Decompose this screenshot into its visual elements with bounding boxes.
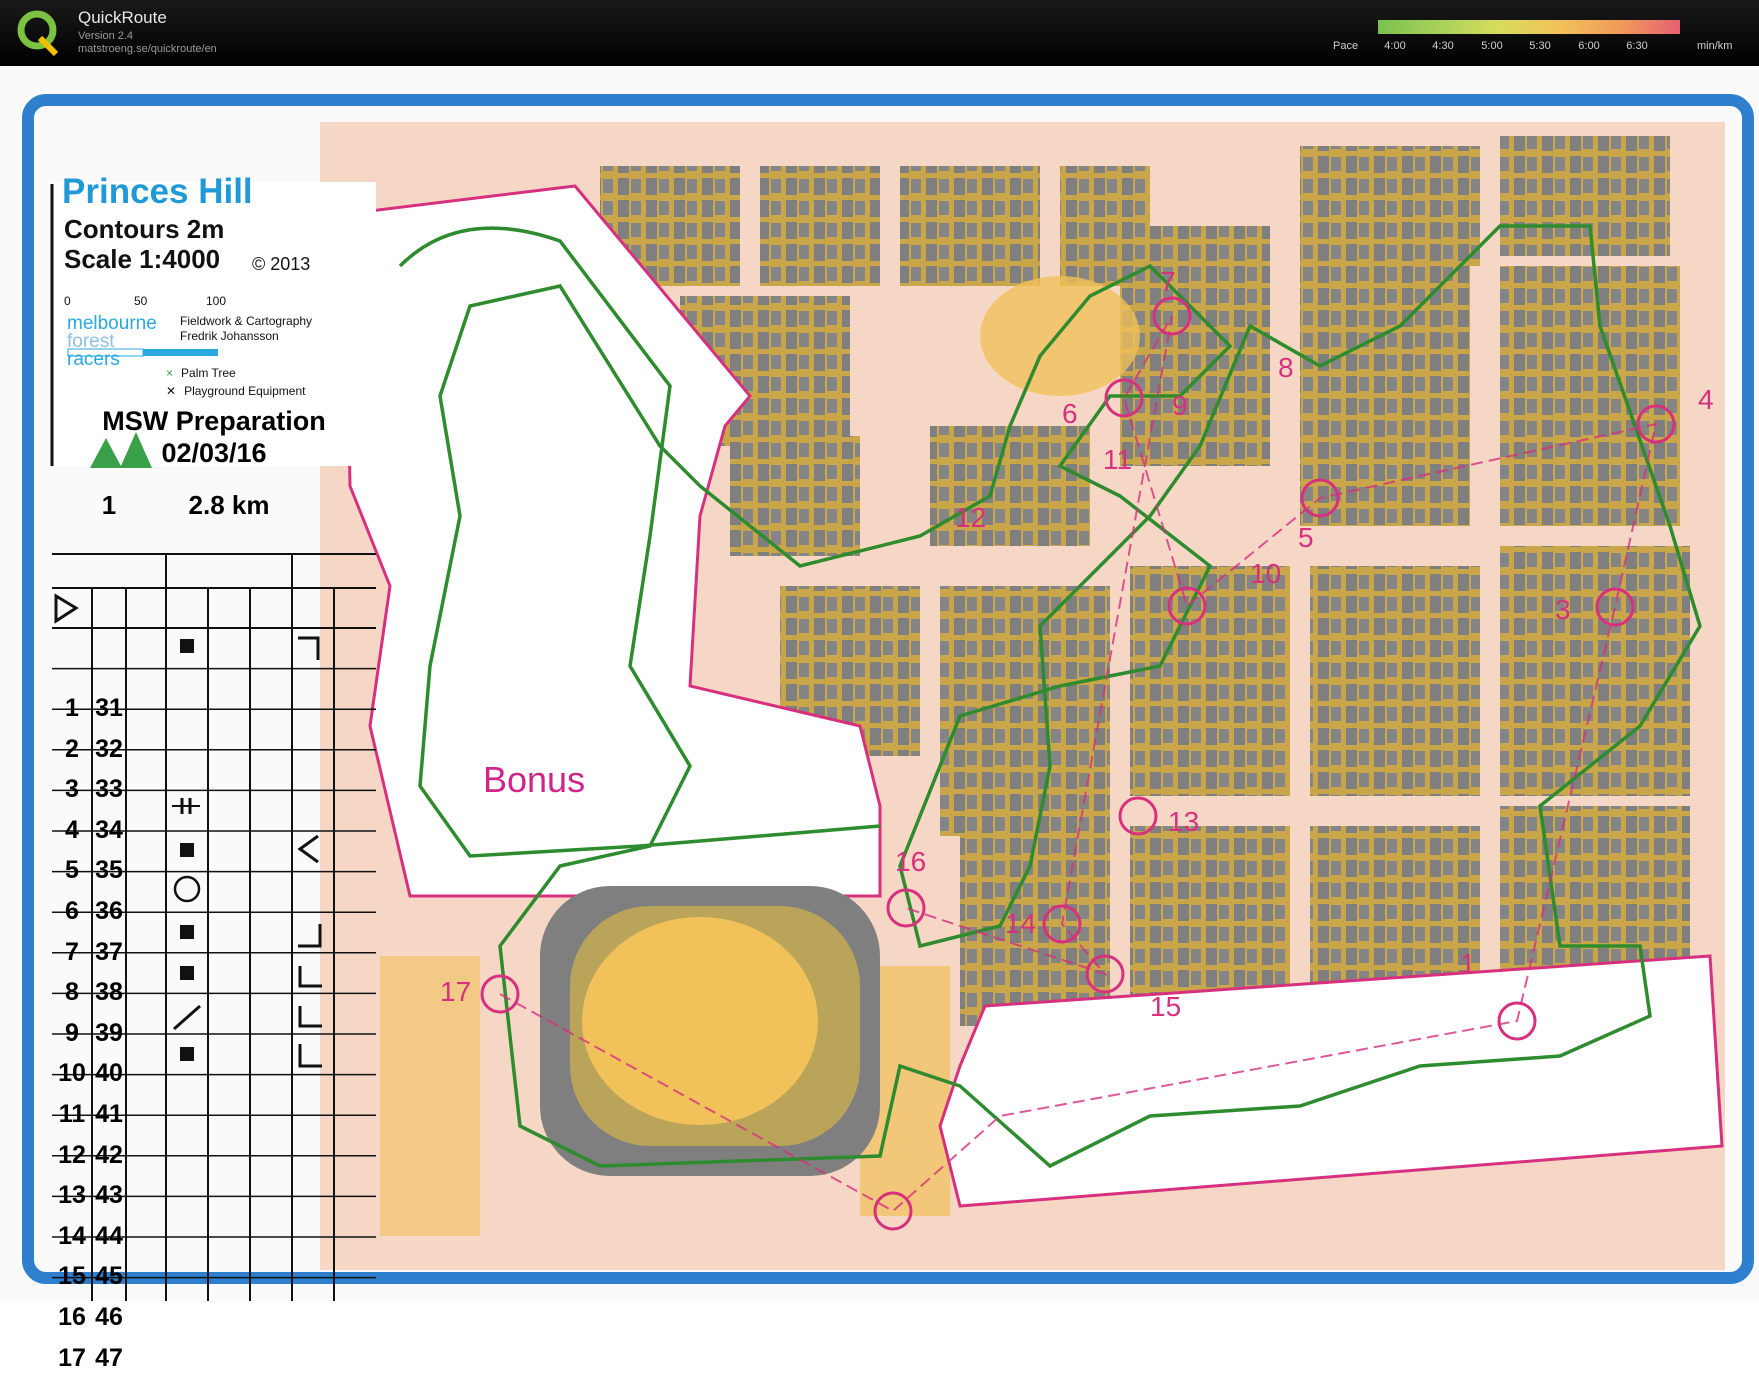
pace-tick-3: 5:30	[1529, 40, 1550, 52]
desc-row-code: 37	[92, 938, 126, 967]
version-text: Version 2.4	[78, 30, 217, 43]
control-number-8: 8	[1278, 352, 1294, 384]
control-number-13: 13	[1168, 806, 1199, 838]
control-number-12: 12	[955, 502, 986, 534]
desc-row-number: 14	[52, 1222, 92, 1251]
control-number-16: 16	[895, 846, 926, 878]
app-url[interactable]: matstroeng.se/quickroute/en	[78, 43, 217, 56]
control-number-17: 17	[440, 976, 471, 1008]
control-number-3: 3	[1555, 594, 1571, 626]
event-date: 02/03/16	[52, 438, 376, 469]
desc-row-number: 13	[52, 1181, 92, 1210]
legend-palm-tree-label: Palm Tree	[181, 366, 236, 380]
desc-row-code: 41	[92, 1100, 126, 1129]
pace-tick-0: 4:00	[1384, 40, 1405, 52]
pace-tick-5: 6:30	[1626, 40, 1647, 52]
desc-row-code: 31	[92, 694, 126, 723]
bonus-label: Bonus	[483, 759, 585, 801]
pace-unit: min/km	[1697, 40, 1732, 52]
desc-row-code: 40	[92, 1059, 126, 1088]
desc-row-code: 43	[92, 1181, 126, 1210]
desc-row-code: 46	[92, 1303, 126, 1332]
desc-row-number: 4	[52, 816, 92, 845]
control-number-15: 15	[1150, 991, 1181, 1023]
desc-row-code: 34	[92, 816, 126, 845]
quickroute-logo-icon	[16, 8, 60, 56]
brand-racers: racers	[67, 350, 120, 369]
event-name: MSW Preparation	[52, 406, 376, 437]
desc-row-number: 5	[52, 856, 92, 885]
desc-row-code: 35	[92, 856, 126, 885]
pace-tick-1: 4:30	[1432, 40, 1453, 52]
desc-row-code: 42	[92, 1141, 126, 1170]
legend-playground: ✕ Playground Equipment	[166, 384, 305, 398]
pace-tick-4: 6:00	[1578, 40, 1599, 52]
control-number-1: 1	[1460, 948, 1476, 980]
app-title: QuickRoute	[78, 8, 167, 28]
map-title: Princes Hill	[62, 172, 253, 212]
desc-row-number: 11	[52, 1100, 92, 1129]
map-scale: Scale 1:4000	[64, 244, 220, 275]
app-header: QuickRoute Version 2.4 matstroeng.se/qui…	[0, 0, 1759, 66]
palm-tree-icon: ×	[166, 366, 173, 380]
desc-row-number: 7	[52, 938, 92, 967]
desc-row-code: 47	[92, 1344, 126, 1373]
pace-tick-2: 5:00	[1481, 40, 1502, 52]
desc-row-number: 6	[52, 897, 92, 926]
course-length: 2.8 km	[166, 490, 292, 521]
map-copyright: © 2013	[252, 254, 310, 275]
pace-label: Pace	[1333, 40, 1358, 52]
desc-row-code: 33	[92, 775, 126, 804]
desc-row-code: 36	[92, 897, 126, 926]
desc-row-number: 17	[52, 1344, 92, 1373]
desc-row-code: 32	[92, 735, 126, 764]
pace-color-scale	[1378, 20, 1680, 34]
control-number-4: 4	[1698, 384, 1714, 416]
desc-row-number: 12	[52, 1141, 92, 1170]
desc-row-number: 8	[52, 978, 92, 1007]
desc-row-code: 39	[92, 1019, 126, 1048]
desc-row-code: 44	[92, 1222, 126, 1251]
control-number-11: 11	[1103, 444, 1132, 476]
stadium	[540, 886, 880, 1176]
desc-row-number: 15	[52, 1262, 92, 1291]
control-number-5: 5	[1298, 522, 1314, 554]
scalebar-label-50: 50	[134, 294, 147, 308]
control-number-9: 9	[1172, 390, 1188, 422]
map-contours: Contours 2m	[64, 214, 224, 245]
course-number: 1	[52, 490, 166, 521]
desc-row-number: 1	[52, 694, 92, 723]
desc-row-number: 3	[52, 775, 92, 804]
control-number-7: 7	[1160, 266, 1176, 298]
credit-line-1: Fieldwork & Cartography	[180, 314, 312, 328]
orienteering-map[interactable]: Princes Hill Contours 2m Scale 1:4000 © …	[0, 66, 1759, 1301]
playground-icon: ✕	[166, 384, 176, 398]
legend-playground-label: Playground Equipment	[184, 384, 305, 398]
control-number-10: 10	[1250, 558, 1281, 590]
credit-line-2: Fredrik Johansson	[180, 329, 279, 343]
map-canvas[interactable]	[0, 66, 1759, 1301]
desc-row-number: 10	[52, 1059, 92, 1088]
control-number-14: 14	[1005, 908, 1036, 940]
scalebar-label-100: 100	[206, 294, 226, 308]
desc-row-number: 16	[52, 1303, 92, 1332]
desc-row-code: 45	[92, 1262, 126, 1291]
scalebar-label-0: 0	[64, 294, 71, 308]
legend-palm-tree: × Palm Tree	[166, 366, 236, 380]
desc-row-code: 38	[92, 978, 126, 1007]
desc-row-number: 2	[52, 735, 92, 764]
app-version: Version 2.4 matstroeng.se/quickroute/en	[78, 30, 217, 56]
desc-row-number: 9	[52, 1019, 92, 1048]
control-number-6: 6	[1062, 398, 1078, 430]
